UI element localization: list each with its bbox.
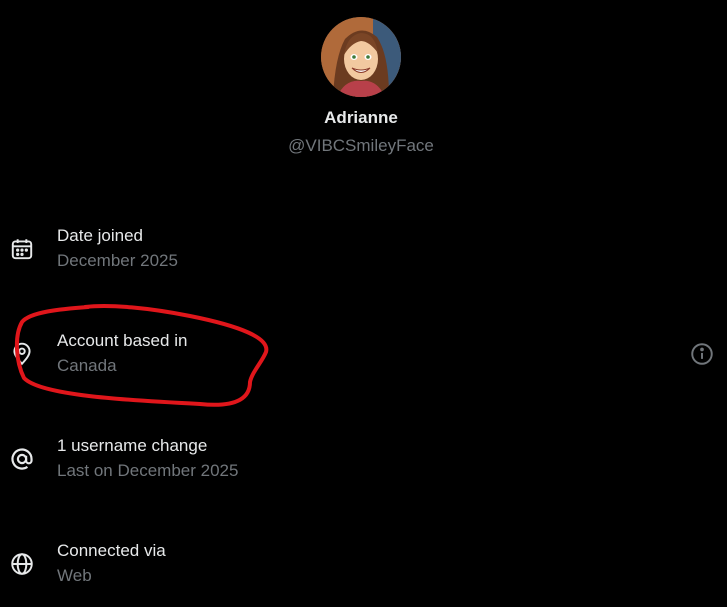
globe-icon <box>9 551 35 577</box>
calendar-icon <box>9 236 35 262</box>
info-icon[interactable] <box>689 341 715 367</box>
username-change-label: 1 username change <box>57 436 208 455</box>
account-based-in-row: Account based in Canada <box>0 331 727 391</box>
date-joined-value: December 2025 <box>57 251 178 270</box>
avatar-illustration <box>321 17 401 97</box>
location-pin-icon <box>9 341 35 367</box>
username-change-value: Last on December 2025 <box>57 461 239 480</box>
username-handle: @VIBCSmileyFace <box>288 136 434 155</box>
display-name: Adrianne <box>324 108 398 127</box>
at-sign-icon <box>9 446 35 472</box>
username-change-row: 1 username change Last on December 2025 <box>0 436 727 496</box>
account-based-in-label: Account based in <box>57 331 188 350</box>
connected-via-value: Web <box>57 566 92 585</box>
connected-via-label: Connected via <box>57 541 166 560</box>
date-joined-label: Date joined <box>57 226 144 245</box>
date-joined-row: Date joined December 2025 <box>0 226 727 286</box>
about-account-page: Adrianne @VIBCSmileyFace Date joined Dec… <box>0 0 727 607</box>
account-based-in-value: Canada <box>57 356 117 375</box>
connected-via-row: Connected via Web <box>0 541 727 601</box>
avatar[interactable] <box>321 17 401 97</box>
